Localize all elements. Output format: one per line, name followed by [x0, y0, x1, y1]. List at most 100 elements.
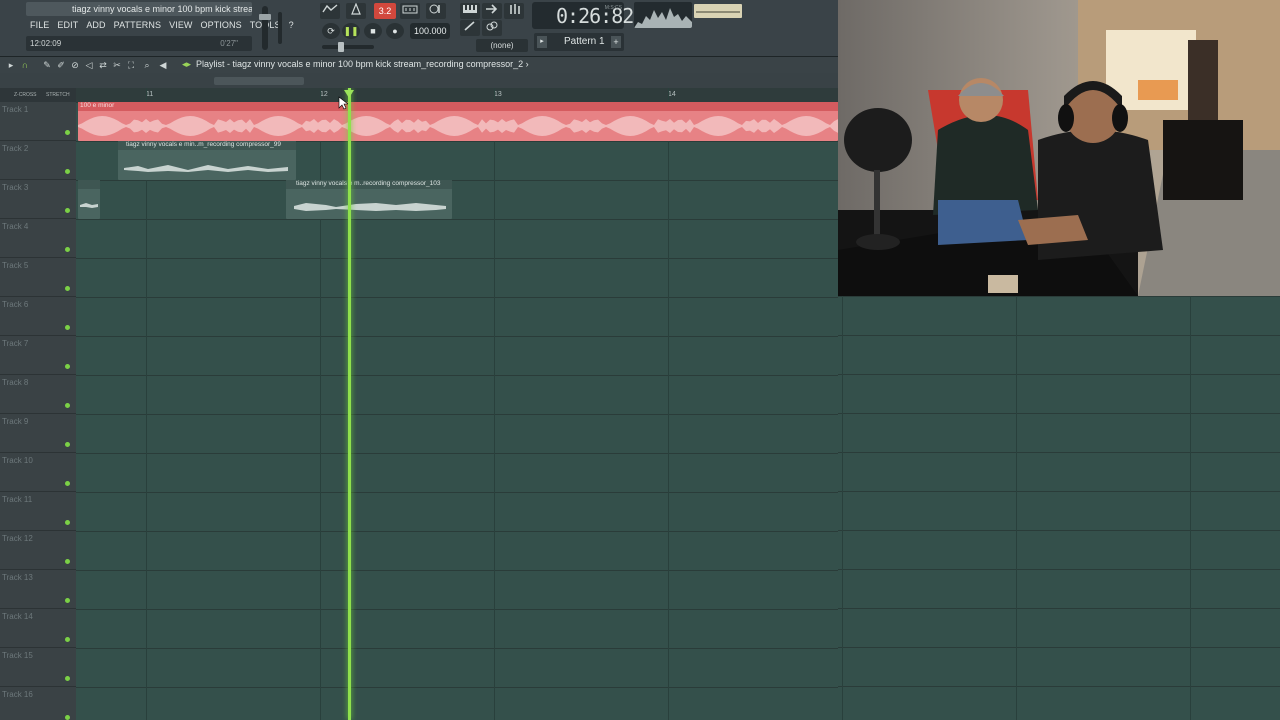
- menu-view[interactable]: VIEW: [169, 18, 192, 32]
- clip-waveform: [78, 116, 838, 136]
- main-pitch-slider[interactable]: [322, 42, 374, 52]
- magnet-icon[interactable]: ∩: [20, 60, 30, 70]
- delete-tool-icon[interactable]: ⊘: [70, 60, 80, 70]
- arrow-right-icon[interactable]: [482, 3, 502, 19]
- audio-clip[interactable]: tiagz vinny vocals e m..recording compre…: [286, 180, 452, 219]
- track-header[interactable]: Track 7: [0, 336, 76, 375]
- track-enable-led-icon[interactable]: [65, 520, 70, 525]
- track-header[interactable]: Track 16: [0, 687, 76, 720]
- mute-tool-icon[interactable]: ◁: [84, 60, 94, 70]
- record-button[interactable]: ●: [386, 23, 404, 39]
- header-options: Z-CROSS STRETCH: [0, 88, 76, 102]
- menu-file[interactable]: FILE: [30, 18, 49, 32]
- webcam-feed: [838, 0, 1280, 296]
- track-header[interactable]: Track 5: [0, 258, 76, 297]
- hint-bar: 12:02:09 0'27": [26, 36, 252, 51]
- track-header[interactable]: Track 8: [0, 375, 76, 414]
- scroll-thumb[interactable]: [214, 77, 304, 85]
- track-header[interactable]: Track 2: [0, 141, 76, 180]
- playlist-menu-icon[interactable]: ▸: [6, 60, 16, 70]
- track-enable-led-icon[interactable]: [65, 559, 70, 564]
- pattern-arrow-icon[interactable]: ▸: [537, 36, 547, 48]
- track-enable-led-icon[interactable]: [65, 637, 70, 642]
- zoom-tool-icon[interactable]: ⌕: [142, 60, 152, 70]
- playlist-arrows-icon[interactable]: ◂▸: [182, 59, 191, 70]
- playlist-grid-extension[interactable]: [838, 296, 1280, 720]
- track-header[interactable]: Track 6: [0, 297, 76, 336]
- track-enable-led-icon[interactable]: [65, 247, 70, 252]
- track-headers: Z-CROSS STRETCH Track 1 Track 2 Track 3 Tra…: [0, 88, 76, 720]
- clip-title: tiagz vinny vocals e min..m_recording co…: [126, 141, 281, 148]
- track-enable-led-icon[interactable]: [65, 364, 70, 369]
- audio-clip[interactable]: tiagz vinny vocals e min..m_recording co…: [118, 141, 296, 180]
- track-enable-led-icon[interactable]: [65, 130, 70, 135]
- track-header[interactable]: Track 13: [0, 570, 76, 609]
- master-volume-slider[interactable]: [259, 6, 271, 50]
- track-name: Track 12: [2, 534, 33, 543]
- track-enable-led-icon[interactable]: [65, 481, 70, 486]
- metronome-icon[interactable]: [346, 2, 366, 19]
- menu-edit[interactable]: EDIT: [57, 18, 78, 32]
- paint-tool-icon[interactable]: ✐: [56, 60, 66, 70]
- track-enable-led-icon[interactable]: [65, 169, 70, 174]
- track-enable-led-icon[interactable]: [65, 676, 70, 681]
- pencil-icon[interactable]: [460, 20, 480, 36]
- snap-selector[interactable]: (none): [476, 39, 528, 52]
- tempo-display[interactable]: 100.000: [410, 23, 450, 39]
- track-enable-led-icon[interactable]: [65, 286, 70, 291]
- track-header[interactable]: Track 12: [0, 531, 76, 570]
- track-header[interactable]: Track 1: [0, 102, 76, 141]
- track-enable-led-icon[interactable]: [65, 598, 70, 603]
- track-header[interactable]: Track 10: [0, 453, 76, 492]
- track-enable-led-icon[interactable]: [65, 325, 70, 330]
- piano-icon[interactable]: [460, 3, 480, 19]
- menu-help[interactable]: ?: [289, 18, 294, 32]
- track-header[interactable]: Track 15: [0, 648, 76, 687]
- pattern-selector[interactable]: ▸ Pattern 1 +: [534, 33, 624, 51]
- link-icon[interactable]: [482, 20, 502, 36]
- track-header[interactable]: Track 14: [0, 609, 76, 648]
- play-button[interactable]: ❚❚: [342, 23, 360, 39]
- typing-keyboard-icon[interactable]: [400, 3, 420, 19]
- master-pitch-slider[interactable]: [278, 12, 282, 44]
- slice-tool-icon[interactable]: ✂: [112, 60, 122, 70]
- audio-clip[interactable]: [78, 180, 100, 219]
- menu-options[interactable]: OPTIONS: [201, 18, 242, 32]
- zcross-toggle[interactable]: Z-CROSS: [14, 92, 37, 98]
- time-display[interactable]: 0:26:82 M:S:CS: [532, 2, 634, 29]
- stop-button[interactable]: ■: [364, 23, 382, 39]
- draw-tool-icon[interactable]: ✎: [42, 60, 52, 70]
- mixer-icon[interactable]: [504, 3, 524, 19]
- track-name: Track 13: [2, 573, 33, 582]
- track-name: Track 3: [2, 183, 29, 192]
- wave-icon[interactable]: [320, 3, 340, 19]
- loop-record-icon[interactable]: ⟳: [322, 23, 340, 39]
- track-enable-led-icon[interactable]: [65, 208, 70, 213]
- playback-tool-icon[interactable]: ◀: [158, 60, 168, 70]
- track-enable-led-icon[interactable]: [65, 442, 70, 447]
- step-edit-icon[interactable]: [426, 3, 446, 19]
- track-name: Track 14: [2, 612, 33, 621]
- playlist-scrollbar[interactable]: [0, 73, 838, 88]
- track-header[interactable]: Track 11: [0, 492, 76, 531]
- main-toolbar: – ❐ × tiagz vinny vocals e minor 100 bpm…: [0, 0, 838, 57]
- select-tool-icon[interactable]: ⛶: [126, 60, 136, 70]
- playhead[interactable]: [348, 88, 351, 720]
- stretch-toggle[interactable]: STRETCH: [46, 92, 70, 98]
- song-mode-button[interactable]: 3.2: [374, 3, 396, 19]
- pattern-label: Pattern 1: [564, 36, 605, 47]
- track-header[interactable]: Track 3: [0, 180, 76, 219]
- slip-tool-icon[interactable]: ⇄: [98, 60, 108, 70]
- timeline-ruler[interactable]: 11 12 13 14: [76, 88, 838, 102]
- track-header[interactable]: Track 9: [0, 414, 76, 453]
- cpu-monitor: [634, 2, 692, 28]
- menu-patterns[interactable]: PATTERNS: [114, 18, 161, 32]
- add-pattern-button[interactable]: +: [611, 36, 621, 48]
- playlist-grid[interactable]: 11 12 13 14 100 e minor tiagz vinny voca…: [76, 88, 838, 720]
- track-name: Track 5: [2, 261, 29, 270]
- track-enable-led-icon[interactable]: [65, 715, 70, 720]
- menu-add[interactable]: ADD: [86, 18, 105, 32]
- audio-clip[interactable]: 100 e minor: [78, 102, 838, 141]
- track-header[interactable]: Track 4: [0, 219, 76, 258]
- track-enable-led-icon[interactable]: [65, 403, 70, 408]
